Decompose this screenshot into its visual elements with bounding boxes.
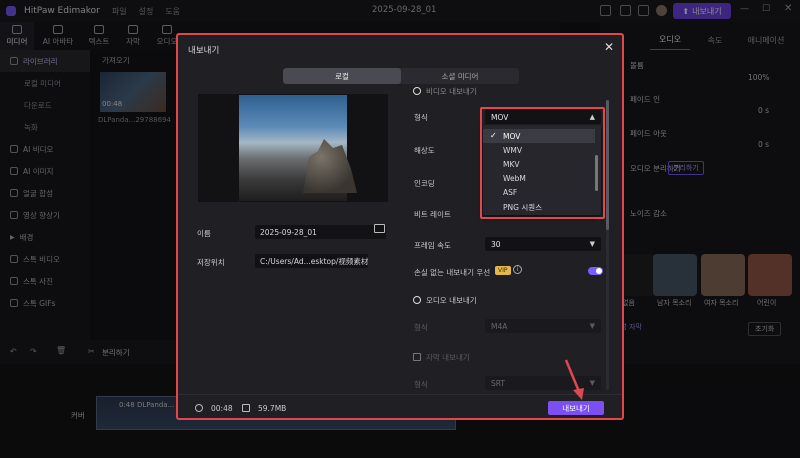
framerate-select[interactable]: 30 ▼ — [485, 237, 601, 251]
preview-frame — [239, 95, 357, 201]
framerate-label: 프레임 속도 — [414, 241, 451, 250]
vip-badge: VIP — [495, 266, 511, 275]
lossless-label: 손실 없는 내보내기 우선 — [414, 268, 491, 277]
lossless-toggle[interactable] — [588, 267, 603, 275]
tab-social-media[interactable]: 소셜 미디어 — [401, 68, 519, 84]
path-input[interactable]: C:/Users/Ad...esktop/视频素材 — [255, 254, 368, 268]
footer-duration: 00:48 — [211, 404, 233, 413]
video-preview — [198, 94, 388, 202]
tab-local[interactable]: 로컬 — [283, 68, 401, 84]
subtitle-format-label: 형식 — [414, 380, 428, 389]
format-label: 형식 — [414, 113, 428, 122]
subtitle-export-checkbox[interactable] — [413, 353, 421, 361]
chevron-down-icon: ▼ — [589, 379, 595, 387]
dialog-title: 내보내기 — [188, 46, 220, 56]
audio-format-label: 형식 — [414, 323, 428, 332]
preview-rock-shape — [303, 139, 357, 193]
audio-export-radio[interactable] — [413, 296, 421, 304]
export-destination-tabs: 로컬 소셜 미디어 — [283, 68, 519, 84]
resolution-label: 해상도 — [414, 146, 435, 155]
encoder-label: 인코딩 — [414, 179, 435, 188]
name-input[interactable]: 2025-09-28_01 — [255, 225, 386, 239]
export-button[interactable]: 내보내기 — [548, 401, 604, 415]
subtitle-export-label: 자막 내보내기 — [426, 353, 470, 362]
path-label: 저장위치 — [197, 258, 225, 267]
chevron-down-icon: ▼ — [589, 240, 595, 248]
name-label: 이름 — [197, 229, 211, 238]
subtitle-format-value: SRT — [491, 378, 506, 388]
folder-icon[interactable] — [374, 224, 385, 233]
format-highlight-box — [480, 107, 605, 219]
audio-format-select[interactable]: M4A ▼ — [485, 319, 601, 333]
bitrate-label: 비트 레이트 — [414, 210, 451, 219]
video-export-radio[interactable] — [413, 87, 421, 95]
info-icon[interactable]: i — [513, 265, 522, 274]
settings-scrollbar[interactable] — [606, 100, 609, 390]
close-icon[interactable]: ✕ — [604, 40, 614, 54]
audio-format-value: M4A — [491, 321, 508, 331]
export-dialog: 내보내기 ✕ 로컬 소셜 미디어 — [176, 33, 624, 420]
framerate-value: 30 — [491, 239, 501, 249]
clock-icon — [195, 404, 203, 412]
file-size-icon — [242, 404, 250, 412]
pointer-arrow-icon — [564, 359, 584, 400]
audio-export-label: 오디오 내보내기 — [426, 296, 477, 305]
chevron-down-icon: ▼ — [589, 322, 595, 330]
footer-size: 59.7MB — [258, 404, 287, 413]
video-export-label: 비디오 내보내기 — [426, 87, 477, 96]
